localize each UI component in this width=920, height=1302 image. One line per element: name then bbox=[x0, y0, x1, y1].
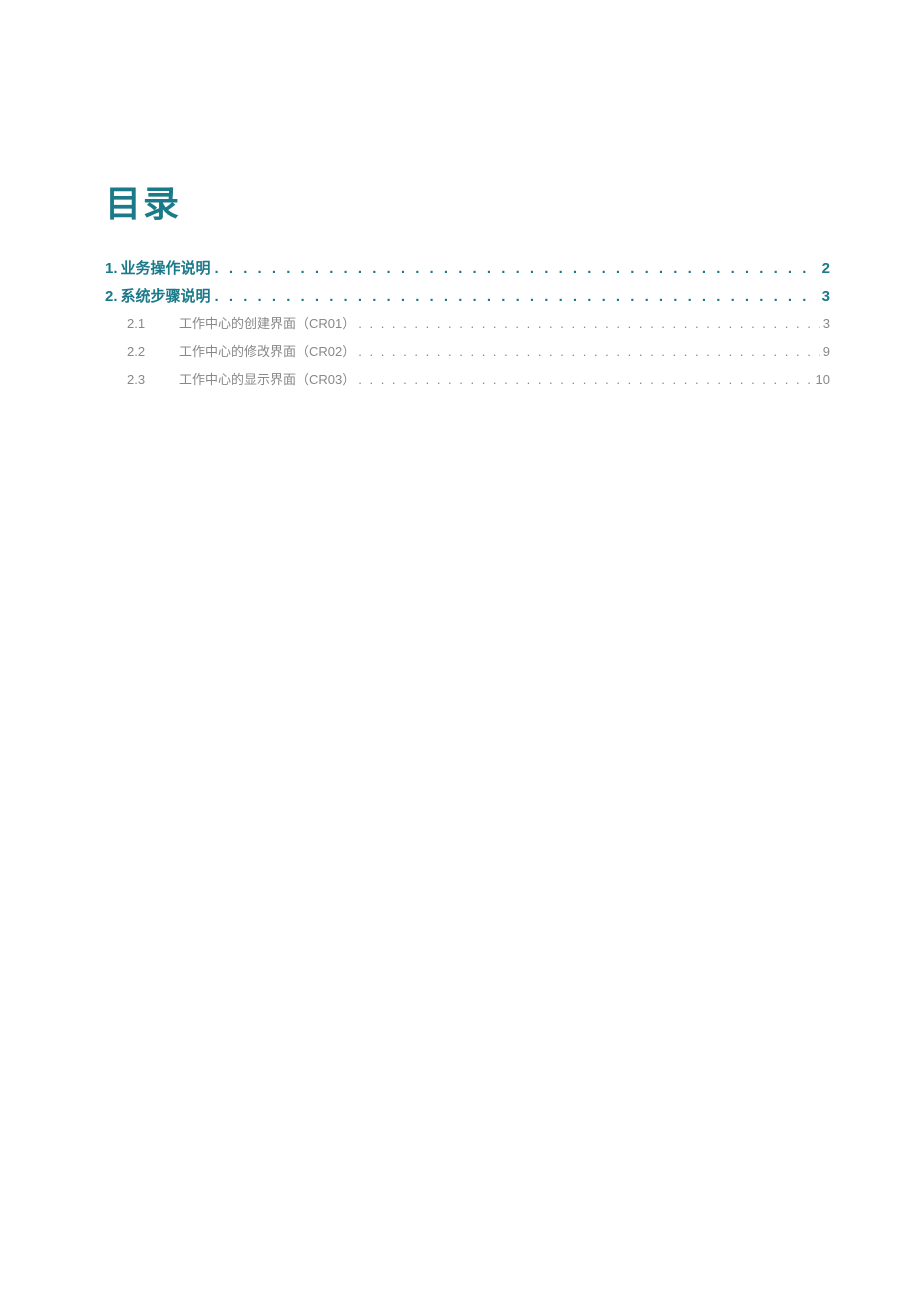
toc-entry-2-2[interactable]: 2.2 工作中心的修改界面（CR02） . . . . . . . . . . … bbox=[105, 341, 830, 363]
toc-title: 目录 bbox=[105, 175, 830, 227]
toc-entry-2-1[interactable]: 2.1 工作中心的创建界面（CR01） . . . . . . . . . . … bbox=[105, 313, 830, 335]
toc-entry-page: 3 bbox=[816, 285, 830, 309]
toc-entry-text: 工作中心的创建界面（CR01） bbox=[179, 313, 355, 335]
toc-entry-number: 1. bbox=[105, 257, 118, 281]
toc-entry-text: 工作中心的显示界面（CR03） bbox=[179, 369, 355, 391]
toc-entry-page: 2 bbox=[816, 257, 830, 281]
toc-dots: . . . . . . . . . . . . . . . . . . . . … bbox=[358, 369, 812, 391]
toc-entry-2[interactable]: 2. 系统步骤说明 . . . . . . . . . . . . . . . … bbox=[105, 285, 830, 309]
toc-entry-text: 系统步骤说明 bbox=[121, 285, 211, 309]
toc-entry-number: 2.2 bbox=[127, 341, 179, 363]
page-content: 目录 1. 业务操作说明 . . . . . . . . . . . . . .… bbox=[0, 0, 920, 391]
toc-entry-number: 2.1 bbox=[127, 313, 179, 335]
toc-entry-text: 业务操作说明 bbox=[121, 257, 211, 281]
toc-entry-page: 3 bbox=[823, 313, 830, 335]
toc-entry-number: 2.3 bbox=[127, 369, 179, 391]
toc-dots: . . . . . . . . . . . . . . . . . . . . … bbox=[215, 257, 812, 281]
toc-dots: . . . . . . . . . . . . . . . . . . . . … bbox=[358, 341, 820, 363]
toc-entry-number: 2. bbox=[105, 285, 118, 309]
toc-entry-text: 工作中心的修改界面（CR02） bbox=[179, 341, 355, 363]
toc-entry-page: 10 bbox=[816, 369, 830, 391]
toc-entry-2-3[interactable]: 2.3 工作中心的显示界面（CR03） . . . . . . . . . . … bbox=[105, 369, 830, 391]
toc-dots: . . . . . . . . . . . . . . . . . . . . … bbox=[358, 313, 820, 335]
toc-dots: . . . . . . . . . . . . . . . . . . . . … bbox=[215, 285, 812, 309]
toc-entry-1[interactable]: 1. 业务操作说明 . . . . . . . . . . . . . . . … bbox=[105, 257, 830, 281]
toc-entry-page: 9 bbox=[823, 341, 830, 363]
